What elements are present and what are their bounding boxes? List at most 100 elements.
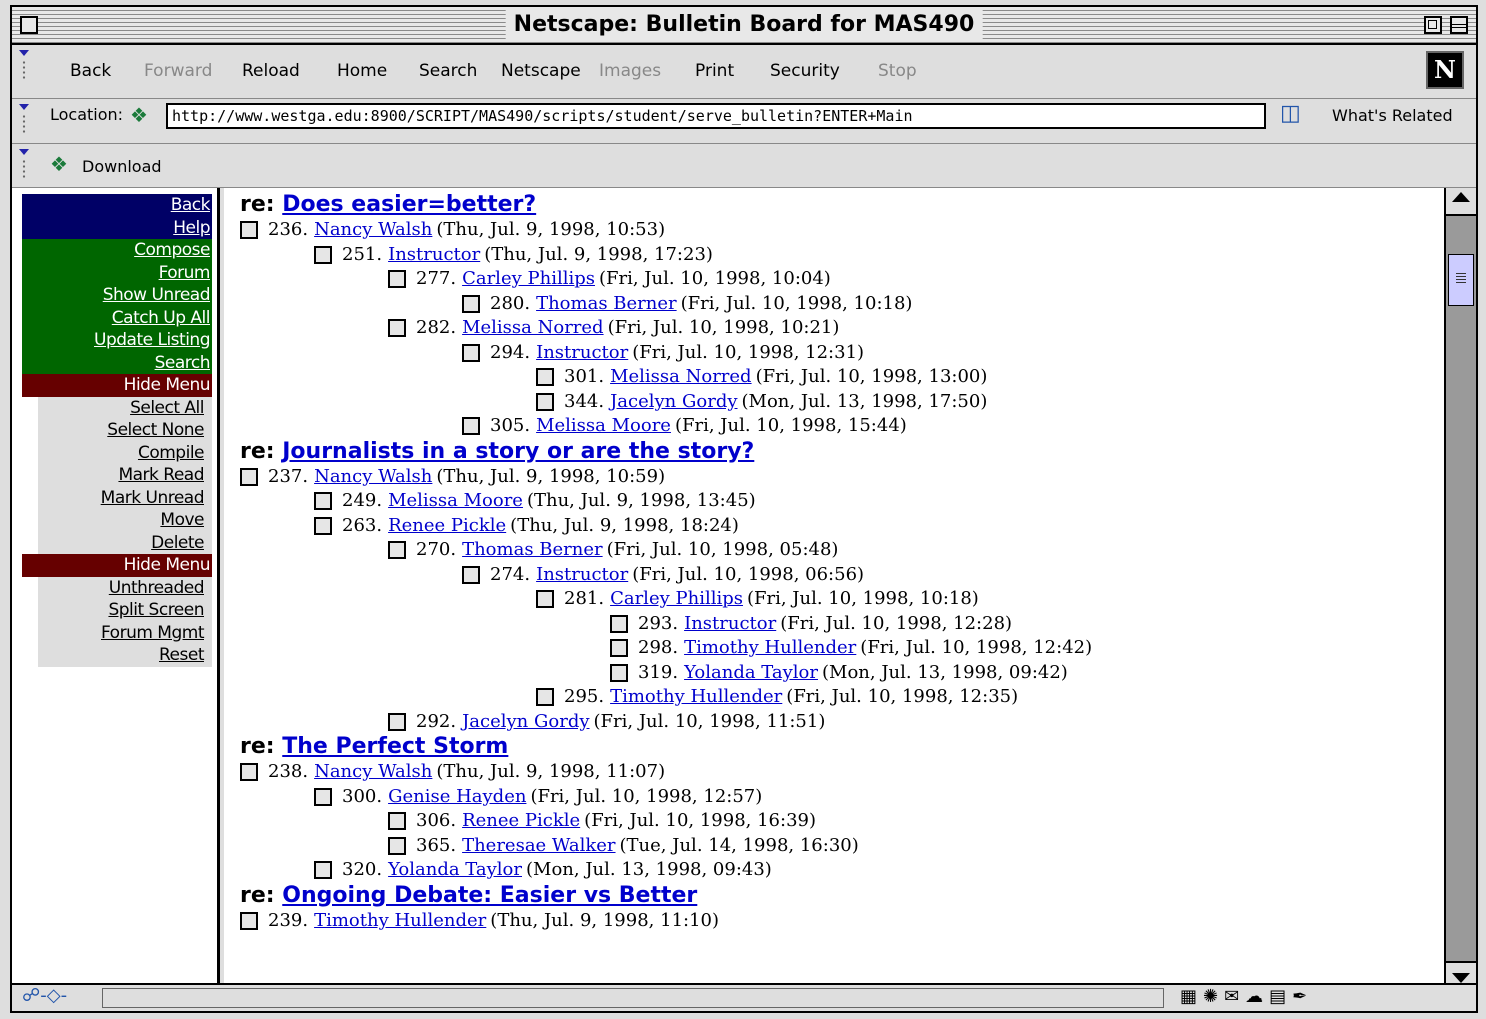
thread-title-link[interactable]: Journalists in a story or are the story? xyxy=(282,439,754,464)
message-select-checkbox[interactable] xyxy=(240,763,258,782)
message-author-link[interactable]: Thomas Berner xyxy=(536,292,677,316)
message-author-link[interactable]: Melissa Norred xyxy=(462,316,604,340)
toolbar-button-forward[interactable]: Forward xyxy=(144,61,212,81)
message-author-link[interactable]: Instructor xyxy=(536,563,628,587)
message-author-link[interactable]: Carley Phillips xyxy=(610,587,743,611)
message-author-link[interactable]: Theresae Walker xyxy=(462,834,615,858)
message-select-checkbox[interactable] xyxy=(610,639,628,658)
title-bar[interactable]: Netscape: Bulletin Board for MAS490 xyxy=(12,7,1476,45)
menu-item-split-screen[interactable]: Split Screen xyxy=(38,599,212,622)
toolbar-button-reload[interactable]: Reload xyxy=(242,61,300,81)
message-author-link[interactable]: Melissa Norred xyxy=(610,365,752,389)
menu-item-unthreaded[interactable]: Unthreaded xyxy=(38,576,212,599)
message-author-link[interactable]: Thomas Berner xyxy=(462,538,603,562)
message-author-link[interactable]: Timothy Hullender xyxy=(684,636,856,660)
menu-item-select-all[interactable]: Select All xyxy=(38,396,212,419)
message-author-link[interactable]: Jacelyn Gordy xyxy=(610,390,737,414)
message-select-checkbox[interactable] xyxy=(388,270,406,289)
toolbar-button-back[interactable]: Back xyxy=(70,61,111,81)
message-select-checkbox[interactable] xyxy=(536,368,554,387)
message-select-checkbox[interactable] xyxy=(536,392,554,411)
menu-item-mark-unread[interactable]: Mark Unread xyxy=(38,486,212,509)
menu-item-help[interactable]: Help xyxy=(22,216,212,239)
scroll-thumb[interactable] xyxy=(1448,254,1474,306)
component-bar[interactable]: ▦✺✉☁▤✒ xyxy=(1180,986,1313,1007)
message-select-checkbox[interactable] xyxy=(462,343,480,362)
scroll-up-arrow-icon[interactable] xyxy=(1452,192,1470,202)
thread-title-link[interactable]: Ongoing Debate: Easier vs Better xyxy=(282,883,697,908)
message-select-checkbox[interactable] xyxy=(240,911,258,930)
whats-related-button[interactable]: What's Related xyxy=(1332,106,1453,125)
message-select-checkbox[interactable] xyxy=(536,590,554,609)
menu-item-hide-menu[interactable]: Hide Menu xyxy=(22,374,212,397)
menu-item-reset[interactable]: Reset xyxy=(38,644,212,667)
message-select-checkbox[interactable] xyxy=(610,614,628,633)
menu-item-catch-up-all[interactable]: Catch Up All xyxy=(22,306,212,329)
message-select-checkbox[interactable] xyxy=(536,688,554,707)
menu-item-search[interactable]: Search xyxy=(22,351,212,374)
message-author-link[interactable]: Carley Phillips xyxy=(462,267,595,291)
toolbar-button-images[interactable]: Images xyxy=(599,61,661,81)
menu-item-update-listing[interactable]: Update Listing xyxy=(22,329,212,352)
message-select-checkbox[interactable] xyxy=(314,245,332,264)
message-select-checkbox[interactable] xyxy=(314,787,332,806)
message-author-link[interactable]: Renee Pickle xyxy=(462,809,580,833)
message-author-link[interactable]: Nancy Walsh xyxy=(314,465,432,489)
message-author-link[interactable]: Instructor xyxy=(684,612,776,636)
message-author-link[interactable]: Renee Pickle xyxy=(388,514,506,538)
toolbar-button-security[interactable]: Security xyxy=(770,61,840,81)
toolbar-button-search[interactable]: Search xyxy=(419,61,477,81)
thread-title-link[interactable]: Does easier=better? xyxy=(282,192,536,217)
message-author-link[interactable]: Melissa Moore xyxy=(388,489,523,513)
toolbar-collapse-grip[interactable] xyxy=(18,50,30,80)
message-select-checkbox[interactable] xyxy=(388,712,406,731)
message-author-link[interactable]: Jacelyn Gordy xyxy=(462,710,589,734)
message-author-link[interactable]: Melissa Moore xyxy=(536,414,671,438)
vertical-scrollbar[interactable] xyxy=(1444,188,1476,989)
collapse-box[interactable] xyxy=(1450,16,1468,34)
message-author-link[interactable]: Timothy Hullender xyxy=(314,909,486,933)
message-author-link[interactable]: Yolanda Taylor xyxy=(388,858,522,882)
message-author-link[interactable]: Timothy Hullender xyxy=(610,685,782,709)
menu-item-show-unread[interactable]: Show Unread xyxy=(22,284,212,307)
personal-collapse-grip[interactable] xyxy=(18,149,30,179)
message-select-checkbox[interactable] xyxy=(388,319,406,338)
message-select-checkbox[interactable] xyxy=(462,565,480,584)
thread-title-link[interactable]: The Perfect Storm xyxy=(282,734,508,759)
toolbar-button-netscape[interactable]: Netscape xyxy=(501,61,581,81)
netscape-logo[interactable]: N xyxy=(1426,51,1464,89)
menu-item-mark-read[interactable]: Mark Read xyxy=(38,464,212,487)
menu-item-compose[interactable]: Compose xyxy=(22,239,212,262)
menu-item-forum[interactable]: Forum xyxy=(22,261,212,284)
menu-item-select-none[interactable]: Select None xyxy=(38,419,212,442)
toolbar-button-print[interactable]: Print xyxy=(695,61,734,81)
menu-item-back[interactable]: Back xyxy=(22,194,212,217)
url-field[interactable]: http://www.westga.edu:8900/SCRIPT/MAS490… xyxy=(166,103,1266,129)
message-select-checkbox[interactable] xyxy=(240,221,258,240)
bookmark-icon[interactable]: ❖ xyxy=(130,103,148,127)
menu-item-hide-menu[interactable]: Hide Menu xyxy=(22,554,212,577)
message-select-checkbox[interactable] xyxy=(388,836,406,855)
toolbar-button-home[interactable]: Home xyxy=(337,61,387,81)
message-select-checkbox[interactable] xyxy=(314,492,332,511)
message-select-checkbox[interactable] xyxy=(314,516,332,535)
message-select-checkbox[interactable] xyxy=(388,812,406,831)
zoom-box[interactable] xyxy=(1424,16,1442,34)
message-author-link[interactable]: Genise Hayden xyxy=(388,785,526,809)
whats-related-icon[interactable]: ◫ xyxy=(1280,101,1301,126)
message-author-link[interactable]: Nancy Walsh xyxy=(314,760,432,784)
message-author-link[interactable]: Nancy Walsh xyxy=(314,218,432,242)
message-select-checkbox[interactable] xyxy=(462,417,480,436)
download-button[interactable]: Download xyxy=(82,157,162,176)
message-author-link[interactable]: Yolanda Taylor xyxy=(684,661,818,685)
message-select-checkbox[interactable] xyxy=(610,663,628,682)
location-collapse-grip[interactable] xyxy=(18,104,30,134)
scroll-down-arrow-icon[interactable] xyxy=(1452,973,1470,983)
close-box[interactable] xyxy=(20,16,38,34)
menu-item-compile[interactable]: Compile xyxy=(38,441,212,464)
menu-item-delete[interactable]: Delete xyxy=(38,531,212,554)
message-select-checkbox[interactable] xyxy=(462,294,480,313)
scroll-track[interactable] xyxy=(1446,214,1476,963)
message-select-checkbox[interactable] xyxy=(314,861,332,880)
message-author-link[interactable]: Instructor xyxy=(536,341,628,365)
